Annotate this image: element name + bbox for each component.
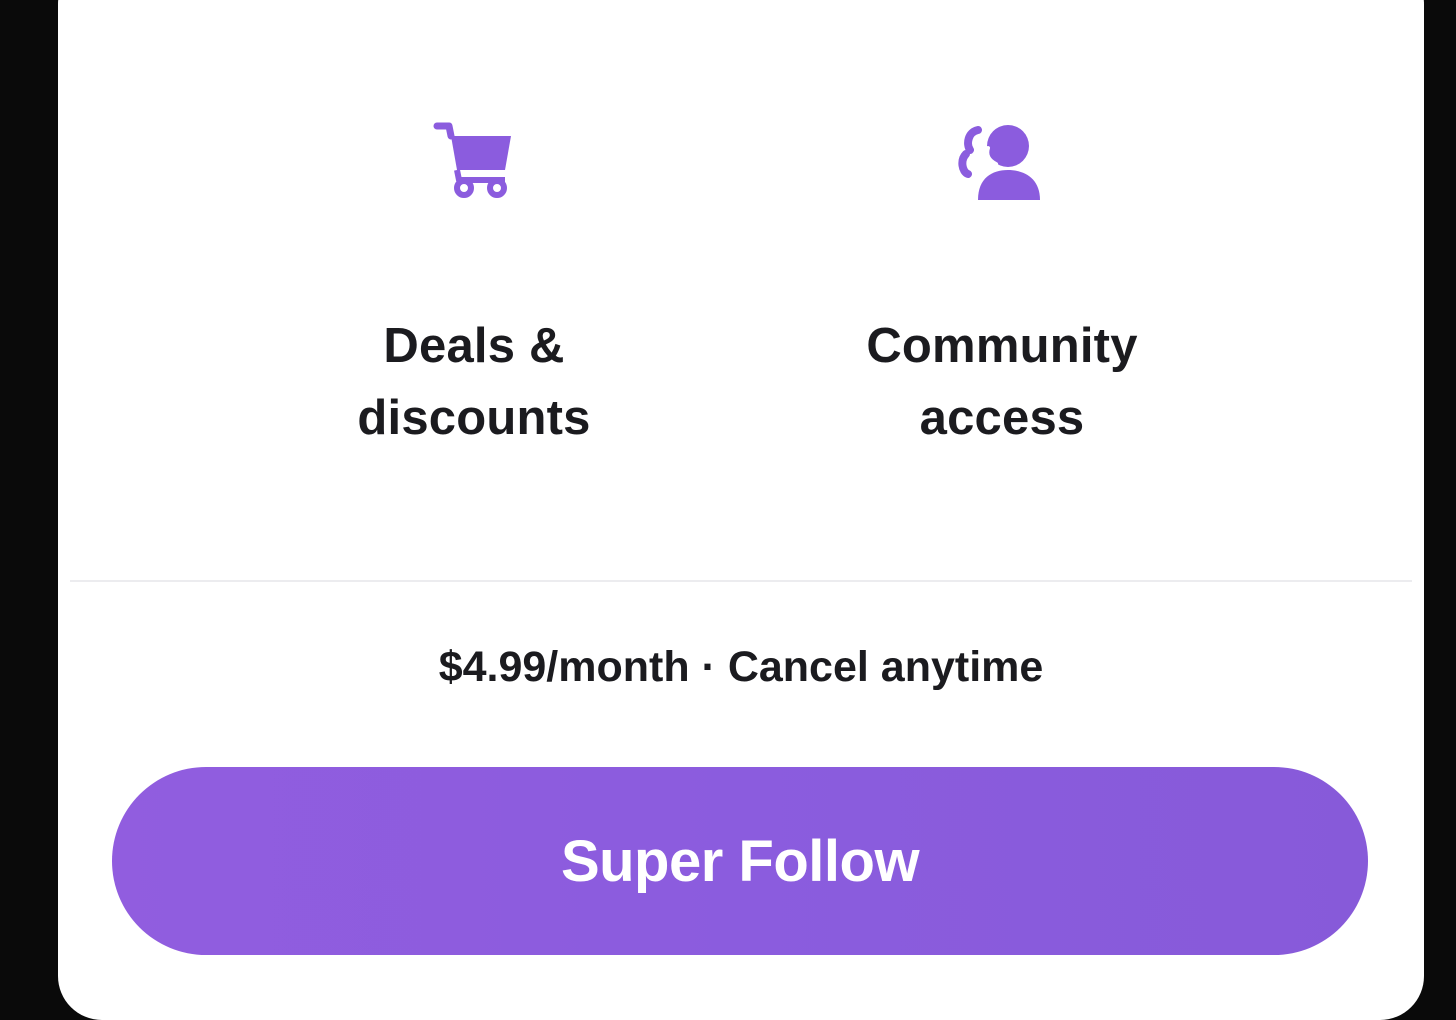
feature-label-line: Community <box>866 319 1138 373</box>
divider <box>70 580 1412 582</box>
pricing-text: $4.99/month · Cancel anytime <box>438 643 1044 691</box>
community-people-icon <box>958 125 1040 200</box>
feature-label-line: access <box>919 391 1085 445</box>
feature-label-line: discounts <box>357 391 591 445</box>
super-follow-button[interactable]: Super Follow <box>112 767 1368 955</box>
super-follow-sheet: Deals & discounts Community access $4.99… <box>58 0 1424 1020</box>
feature-label: Community access <box>792 310 1212 454</box>
feature-label: Deals & discounts <box>264 310 684 454</box>
shopping-cart-icon <box>433 122 511 198</box>
feature-label-line: Deals & <box>383 319 565 373</box>
